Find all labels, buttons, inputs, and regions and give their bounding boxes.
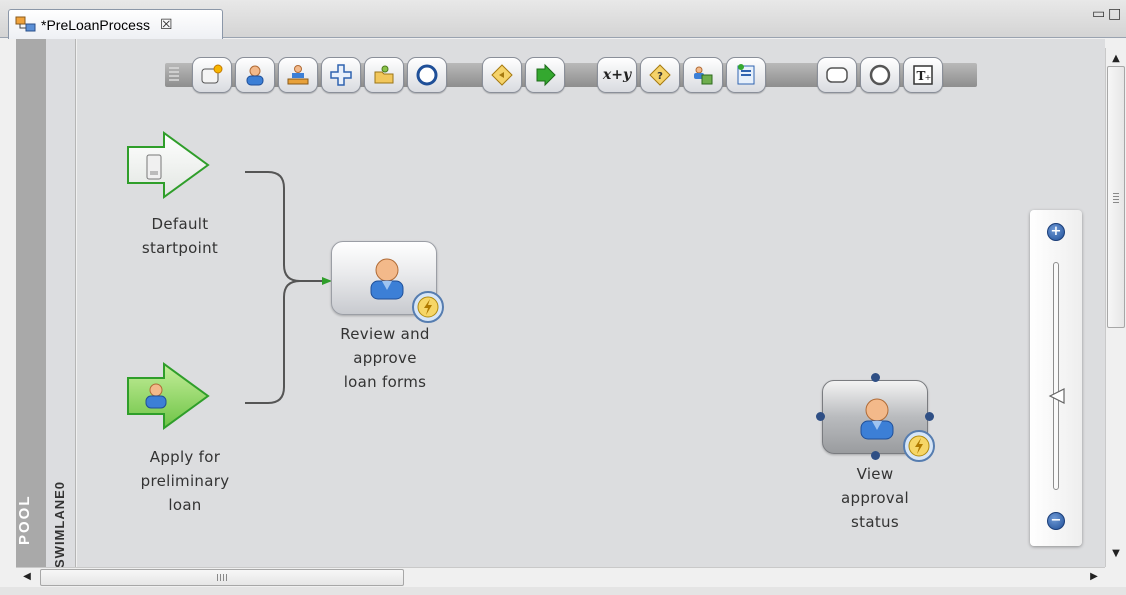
view-activity-label-line1: View: [856, 465, 894, 483]
selection-handle-right[interactable]: [925, 412, 934, 421]
device-icon: [146, 154, 162, 180]
default-startpoint-shape[interactable]: [126, 131, 210, 199]
user-task-icon: [370, 258, 404, 300]
selection-handle-bottom[interactable]: [871, 451, 880, 460]
view-activity-label-line2: approval: [841, 489, 909, 507]
user-activity-icon: [246, 65, 264, 86]
view-activity-label-line3: status: [851, 513, 899, 531]
scroll-down-arrow-icon[interactable]: ▼: [1107, 545, 1125, 563]
circle-event-icon: [416, 64, 438, 86]
palette-users-gateway-button[interactable]: [683, 57, 723, 93]
go-arrow-icon: [536, 63, 556, 87]
palette-expression-button[interactable]: x+y: [597, 57, 637, 93]
palette-grip-handle[interactable]: [169, 67, 179, 83]
process-editor-window: *PreLoanProcess ☒ ▭ □ POOL SWIMLANE0 x+y…: [0, 0, 1126, 595]
apply-startpoint-label-line2: preliminary: [140, 472, 230, 490]
new-activity-icon: [201, 64, 223, 84]
question-gateway-icon: ?: [649, 64, 671, 86]
view-lightning-badge-icon: [903, 430, 935, 462]
swimlane-label: SWIMLANE0: [52, 481, 67, 568]
pool-lane[interactable]: [16, 39, 46, 567]
vertical-thumb-grip: [1113, 193, 1119, 205]
zoom-in-button[interactable]: +: [1047, 223, 1065, 241]
palette-form-button[interactable]: [726, 57, 766, 93]
circle-icon: [869, 64, 891, 86]
palette-go-arrow-button[interactable]: [525, 57, 565, 93]
svg-text:?: ?: [657, 71, 663, 82]
text-annotation-icon: T +: [913, 65, 933, 85]
zoom-slider-track[interactable]: [1053, 262, 1059, 490]
palette-circle-event-button[interactable]: [407, 57, 447, 93]
zoom-slider-thumb[interactable]: [1048, 387, 1066, 405]
form-icon: [737, 64, 755, 85]
selection-handle-left[interactable]: [816, 412, 825, 421]
review-activity-label-line2: approve: [353, 349, 417, 367]
palette-user-activity-button[interactable]: [235, 57, 275, 93]
apply-startpoint-label-line1: Apply for: [149, 448, 221, 466]
palette-add-activity-button[interactable]: [321, 57, 361, 93]
palette-toolbar: x+y ? T +: [165, 55, 977, 95]
review-activity-label-line3: loan forms: [343, 373, 427, 391]
horizontal-thumb-grip: [217, 574, 229, 581]
palette-rounded-rect-button[interactable]: [817, 57, 857, 93]
group-activity-icon: [287, 65, 309, 85]
folder-activity-icon: [374, 65, 394, 84]
expression-icon: x+y: [602, 67, 632, 83]
tab-title: *PreLoanProcess: [41, 16, 150, 33]
tab-preloanprocess[interactable]: *PreLoanProcess ☒: [8, 9, 223, 39]
palette-folder-activity-button[interactable]: [364, 57, 404, 93]
tab-close-icon[interactable]: ☒: [160, 17, 173, 33]
selection-handle-top[interactable]: [871, 373, 880, 382]
default-startpoint-label-line1: Default: [151, 215, 209, 233]
editor-tab-strip: *PreLoanProcess ☒ ▭ □: [0, 0, 1126, 39]
window-bottom-edge: [0, 587, 1126, 595]
apply-startpoint-label-line3: loan: [168, 496, 202, 514]
rounded-rect-icon: [826, 67, 848, 83]
scroll-left-arrow-icon[interactable]: ◀: [18, 568, 36, 586]
svg-text:+: +: [925, 73, 932, 82]
add-activity-icon: [330, 64, 352, 86]
decision-gateway-icon: [491, 64, 513, 86]
scroll-right-arrow-icon[interactable]: ▶: [1085, 568, 1103, 586]
pool-label: POOL: [16, 494, 33, 545]
palette-decision-gateway-button[interactable]: [482, 57, 522, 93]
apply-startpoint-shape[interactable]: [126, 362, 210, 430]
review-activity-label: Review and approve loan forms: [320, 322, 450, 394]
palette-text-annotation-button[interactable]: T +: [903, 57, 943, 93]
left-gutter: [0, 39, 16, 567]
palette-group-activity-button[interactable]: [278, 57, 318, 93]
zoom-out-button[interactable]: −: [1047, 512, 1065, 530]
default-startpoint-label-line2: startpoint: [141, 239, 219, 257]
process-diagram-icon: [15, 16, 36, 31]
apply-startpoint-label: Apply for preliminary loan: [120, 445, 250, 517]
default-startpoint-label: Default startpoint: [120, 212, 240, 260]
review-lightning-badge-icon: [412, 291, 444, 323]
view-activity-label: View approval status: [815, 462, 935, 534]
minimize-icon[interactable]: ▭: [1092, 6, 1105, 22]
maximize-icon[interactable]: □: [1108, 6, 1121, 22]
palette-circle-button[interactable]: [860, 57, 900, 93]
palette-question-gateway-button[interactable]: ?: [640, 57, 680, 93]
review-activity-label-line1: Review and: [340, 325, 430, 343]
user-task-icon: [860, 398, 894, 440]
users-gateway-icon: [694, 66, 713, 85]
palette-new-activity-button[interactable]: [192, 57, 232, 93]
